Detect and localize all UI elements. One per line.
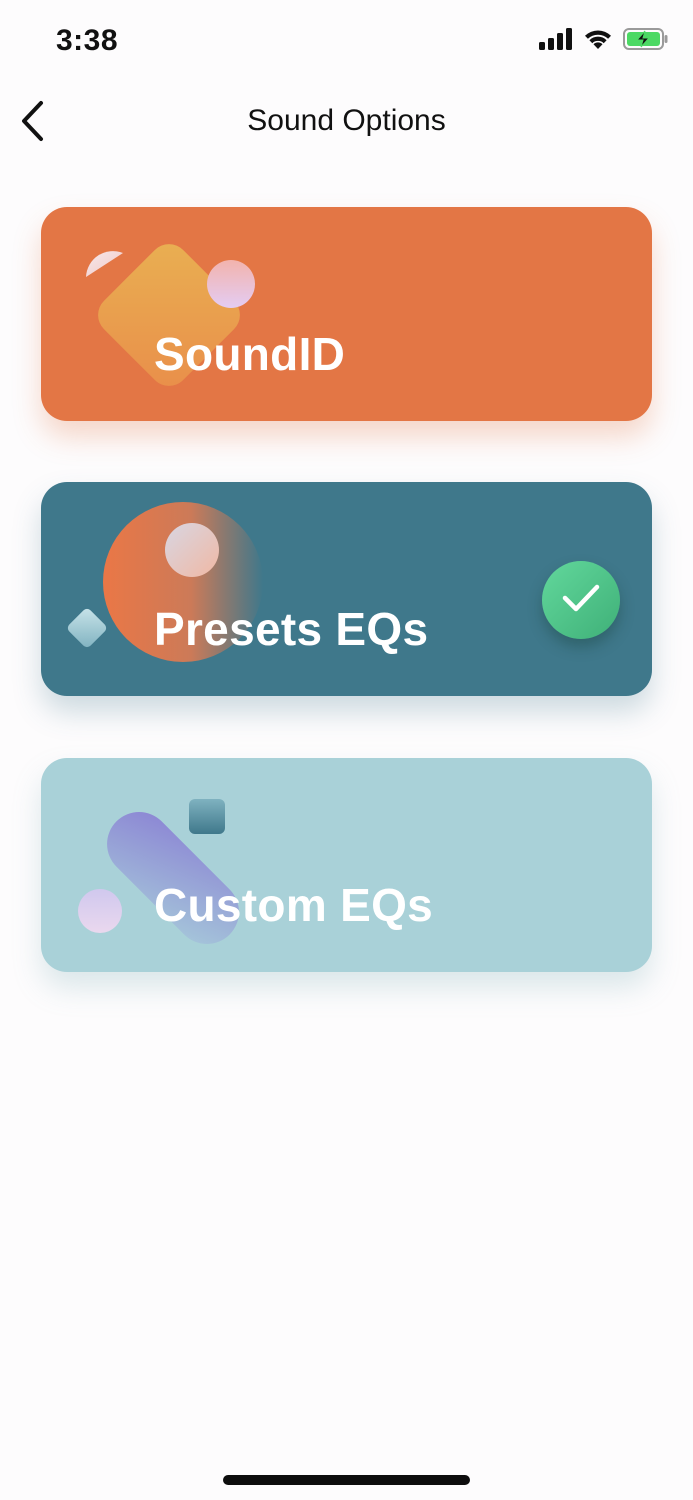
page-title: Sound Options xyxy=(247,104,446,137)
custom-eqs-card[interactable]: Custom EQs xyxy=(41,758,652,972)
custom-eqs-label: Custom EQs xyxy=(154,879,434,931)
custom-decoration xyxy=(78,799,239,944)
presets-eqs-label: Presets EQs xyxy=(154,603,429,655)
soundid-decoration xyxy=(86,244,255,386)
status-icons xyxy=(539,28,669,55)
home-indicator[interactable] xyxy=(223,1475,470,1485)
wifi-icon xyxy=(583,28,613,55)
nav-bar: Sound Options xyxy=(0,88,693,158)
status-time: 3:38 xyxy=(56,24,119,57)
presets-eqs-card[interactable]: Presets EQs xyxy=(41,482,652,696)
soundid-card[interactable]: SoundID xyxy=(41,207,652,421)
cellular-signal-icon xyxy=(539,28,573,55)
soundid-label: SoundID xyxy=(154,328,346,380)
checkmark-icon xyxy=(561,582,601,619)
status-bar: 3:38 xyxy=(0,0,693,84)
battery-charging-icon xyxy=(623,28,669,55)
presets-decoration xyxy=(67,502,263,662)
selected-check-badge xyxy=(542,561,620,639)
